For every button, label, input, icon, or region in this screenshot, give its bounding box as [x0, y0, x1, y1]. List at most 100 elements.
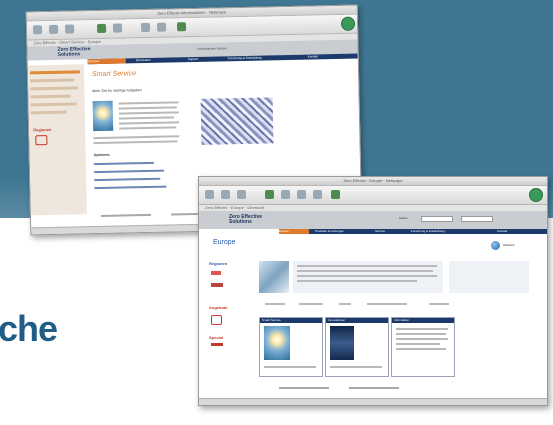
reload-icon[interactable]	[64, 24, 75, 34]
intro-side-panel	[449, 261, 529, 293]
tab-4[interactable]: Forschung & Entwicklung	[228, 55, 298, 61]
sidebar-item[interactable]	[30, 110, 67, 115]
region-icon[interactable]	[211, 283, 223, 287]
teaser-box-2[interactable]: Innovationen	[325, 317, 389, 377]
browser-window-front[interactable]: Zero Effectiv · Europe · Netscape Zero E…	[198, 176, 548, 406]
security-icon[interactable]	[313, 190, 322, 199]
tab-2[interactable]: Information	[136, 57, 176, 63]
globe-label: Weltweit	[503, 243, 515, 247]
dark-image	[330, 326, 354, 360]
special-icon[interactable]	[211, 343, 223, 346]
links-heading: Optionen:	[93, 152, 111, 158]
sidebar-label-regions: Regionen	[209, 261, 228, 266]
search-input[interactable]	[421, 216, 453, 222]
header-label: Informationen Europa	[197, 46, 227, 51]
tab-1[interactable]: Europe	[279, 229, 309, 234]
sidebar: Regionen	[27, 64, 87, 216]
box-title: Information	[392, 318, 454, 323]
sidebar-item[interactable]	[30, 94, 71, 99]
sidebar-item[interactable]	[30, 78, 75, 83]
sidebar-label-special: Special	[209, 335, 224, 340]
reload-icon[interactable]	[237, 190, 246, 199]
home-icon[interactable]	[265, 190, 274, 199]
sidebar-label-offers: Angebote	[209, 305, 228, 310]
headline-fragment: che	[0, 308, 58, 349]
text-line	[297, 280, 417, 282]
region-icon[interactable]	[211, 271, 221, 275]
text-line	[396, 328, 448, 330]
option-link[interactable]	[94, 185, 167, 190]
text-line	[93, 140, 178, 145]
browser-toolbar	[199, 186, 547, 205]
search-icon[interactable]	[112, 23, 123, 33]
text-line	[119, 121, 180, 125]
text-line	[297, 270, 433, 272]
site-logo-line2: Solutions	[229, 219, 252, 225]
main-navbar: Europe Produkte & Lösungen Service Forsc…	[279, 229, 547, 234]
tab-2[interactable]: Produkte & Lösungen	[315, 229, 369, 234]
region-icon[interactable]	[35, 135, 48, 146]
text-line	[264, 366, 316, 368]
sidebar-item[interactable]	[30, 86, 79, 91]
stop-icon[interactable]	[176, 22, 187, 32]
teaser-box-3[interactable]: Information	[391, 317, 455, 377]
site-logo-line2: Solutions	[57, 51, 81, 58]
window-title: Zero Effectiv · Europe · Netscape	[343, 178, 403, 183]
site-logo[interactable]: Zero Effective Solutions	[57, 46, 90, 58]
text-line	[93, 135, 180, 140]
tab-5[interactable]: Kontakt	[308, 54, 348, 60]
caption-line	[429, 303, 449, 305]
tab-1[interactable]: Services	[87, 58, 126, 65]
box-title: Smart Service	[260, 318, 322, 323]
offer-icon[interactable]	[211, 315, 222, 325]
print-icon[interactable]	[297, 190, 306, 199]
text-line	[119, 126, 177, 130]
page-heading: Europe	[213, 239, 236, 246]
text-line	[297, 265, 437, 267]
site-logo[interactable]: Zero Effective Solutions	[229, 215, 262, 225]
stop-icon[interactable]	[331, 190, 340, 199]
sidebar-item-active[interactable]	[29, 70, 80, 75]
text-line	[118, 116, 174, 120]
search-label: Suche	[399, 216, 408, 220]
security-icon[interactable]	[156, 22, 167, 32]
globe-icon[interactable]	[491, 241, 500, 250]
option-link[interactable]	[94, 169, 165, 174]
option-link[interactable]	[93, 161, 154, 166]
print-icon[interactable]	[140, 22, 151, 33]
bulb-image	[92, 100, 114, 132]
back-icon[interactable]	[205, 190, 214, 199]
page-subheading: Mehr Zeit für wichtige Aufgaben	[92, 88, 142, 94]
search-icon[interactable]	[281, 190, 290, 199]
browser-logo-icon	[529, 188, 543, 202]
sidebar-regions-label: Regionen	[33, 126, 52, 133]
browser-logo-icon	[340, 16, 356, 31]
footer-text	[100, 213, 151, 217]
footer-text	[349, 387, 399, 389]
forward-icon[interactable]	[48, 24, 59, 35]
teaser-box-1[interactable]: Smart Service	[259, 317, 323, 377]
status-bar	[199, 398, 547, 405]
text-line	[118, 111, 179, 115]
back-icon[interactable]	[32, 25, 43, 35]
caption-line	[367, 303, 407, 305]
photo-image	[259, 261, 289, 293]
text-line	[118, 106, 177, 110]
text-line	[297, 275, 437, 277]
tab-3[interactable]: Service	[375, 229, 405, 234]
search-input[interactable]	[461, 216, 493, 222]
page-content: Zero Effective Solutions Suche Europe Pr…	[199, 211, 547, 399]
text-line	[396, 338, 448, 340]
tab-3[interactable]: Support	[188, 56, 218, 62]
tab-4[interactable]: Forschung & Entwicklung	[411, 229, 491, 234]
option-link[interactable]	[94, 177, 161, 182]
bulb-image	[264, 326, 290, 360]
window-titlebar[interactable]: Zero Effectiv · Europe · Netscape	[199, 177, 547, 186]
sidebar-item[interactable]	[30, 102, 77, 107]
box-title: Innovationen	[326, 318, 388, 323]
forward-icon[interactable]	[221, 190, 230, 199]
tab-5[interactable]: Kontakt	[497, 229, 537, 234]
caption-line	[265, 303, 285, 305]
home-icon[interactable]	[96, 23, 107, 34]
text-line	[396, 348, 446, 350]
